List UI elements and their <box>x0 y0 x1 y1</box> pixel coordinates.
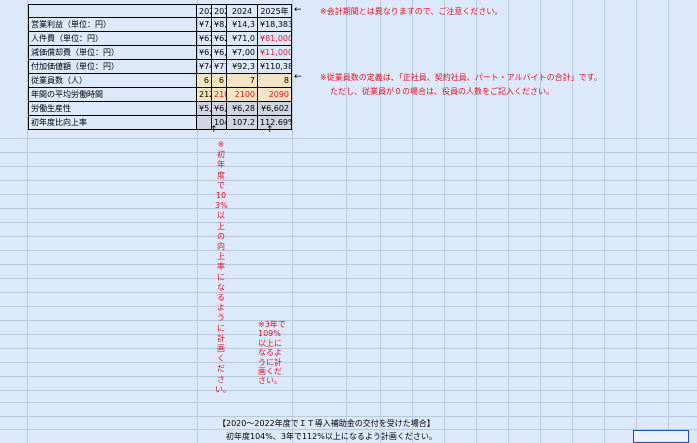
row-value-cell[interactable]: ¥18,383 <box>258 18 292 32</box>
row-value-cell[interactable]: ¥6,602 <box>258 102 292 116</box>
header-year-1[interactable]: 202 <box>197 4 212 18</box>
row-value-cell[interactable]: 112.69% <box>258 116 292 130</box>
row-label[interactable]: 初年度比向上率 <box>28 116 197 130</box>
row-label[interactable]: 人件費（単位：円） <box>28 32 197 46</box>
row-label[interactable]: 営業利益（単位：円） <box>28 18 197 32</box>
row-value-cell[interactable]: 8 <box>258 74 292 88</box>
row-label[interactable]: 減価償却費（単位：円） <box>28 46 197 60</box>
note-employee-definition[interactable]: ※従業員数の定義は、「正社員、契約社員、パート・アルバイトの合計」です。 <box>320 72 602 83</box>
vertical-note-three-year[interactable]: ※3年で109%以上になるように計画ください。 <box>258 320 288 386</box>
row-value-cell[interactable]: ¥6,2 <box>212 46 227 60</box>
note-employee-zero[interactable]: ただし、従業員が０の場合は、役員の人数をご記入ください。 <box>330 86 554 97</box>
row-label[interactable]: 年間の平均労働時間 <box>28 88 197 102</box>
row-value-cell[interactable]: ¥71,0 <box>227 32 258 46</box>
row-value-cell[interactable]: ¥7,00 <box>227 46 258 60</box>
row-value-cell[interactable]: 2090 <box>258 88 292 102</box>
row-value-cell[interactable]: 7 <box>227 74 258 88</box>
row-value-cell[interactable]: ¥5,8 <box>197 102 212 116</box>
row-value-cell[interactable]: ¥81,000 <box>258 32 292 46</box>
selected-cell[interactable] <box>633 430 689 443</box>
arrow-up-1: ↑ <box>210 125 218 135</box>
row-value-cell[interactable]: ¥61 <box>197 32 212 46</box>
bottom-note-detail[interactable]: 初年度104%、3年で112%以上になるよう計画ください。 <box>226 431 476 442</box>
arrow-left-note-1: ← <box>294 5 302 15</box>
row-value-cell[interactable]: ¥74 <box>197 60 212 74</box>
arrow-up-2: ↑ <box>266 125 274 135</box>
row-label[interactable]: 労働生産性 <box>28 102 197 116</box>
vertical-note-first-year[interactable]: ※初年度で103%以上の向上率になるように計画ください。 <box>215 140 231 395</box>
row-value-cell[interactable]: 6 <box>212 74 227 88</box>
row-value-cell[interactable]: ¥6,2 <box>197 46 212 60</box>
row-value-cell[interactable]: ¥11,000 <box>258 46 292 60</box>
row-value-cell[interactable]: ¥110,38 <box>258 60 292 74</box>
row-value-cell[interactable]: ¥6,28 <box>227 102 258 116</box>
row-value-cell[interactable]: ¥92,3 <box>227 60 258 74</box>
row-value-cell[interactable]: 107.2 <box>227 116 258 130</box>
header-year-3[interactable]: 2024 <box>227 4 258 18</box>
header-year-4[interactable]: 2025年 <box>258 4 292 18</box>
row-value-cell[interactable]: ¥8,9 <box>212 18 227 32</box>
header-blank-cell[interactable] <box>28 4 197 18</box>
row-value-cell[interactable]: ¥77 <box>212 60 227 74</box>
row-value-cell[interactable]: 2100 <box>227 88 258 102</box>
row-value-cell[interactable]: ¥7,1 <box>197 18 212 32</box>
row-value-cell[interactable]: ¥6,0 <box>212 102 227 116</box>
bottom-note-title[interactable]: 【2020～2022年度でＩＴ導入補助金の交付を受けた場合】 <box>218 418 468 429</box>
note-accounting-period[interactable]: ※会計期間とは異なりますので、ご注意ください。 <box>320 6 502 17</box>
arrow-left-note-2: ← <box>294 72 302 82</box>
header-year-2[interactable]: 202 <box>212 4 227 18</box>
row-value-cell[interactable]: 212 <box>197 88 212 102</box>
row-label[interactable]: 付加価値額（単位：円） <box>28 60 197 74</box>
row-value-cell[interactable]: 2100 <box>212 88 227 102</box>
row-value-cell[interactable]: ¥14,3 <box>227 18 258 32</box>
row-label[interactable]: 従業員数（人） <box>28 74 197 88</box>
row-value-cell[interactable]: 6 <box>197 74 212 88</box>
row-value-cell[interactable]: ¥62 <box>212 32 227 46</box>
